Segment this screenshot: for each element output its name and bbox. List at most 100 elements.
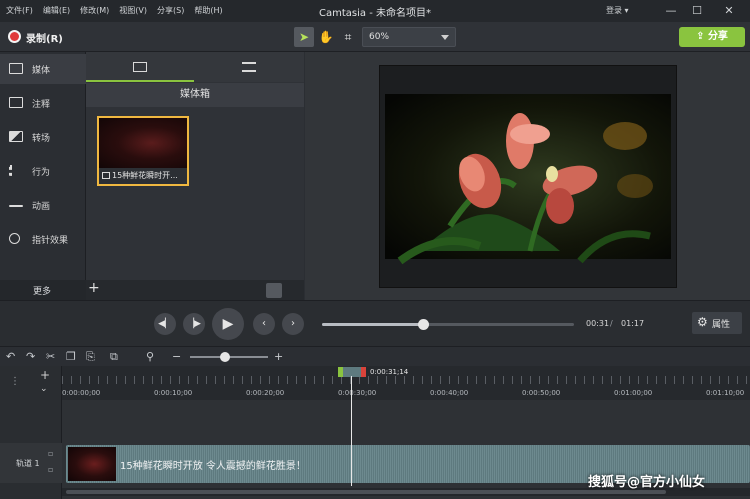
annotation-icon	[9, 97, 23, 108]
cursor-icon	[9, 233, 20, 244]
grid-view-icon[interactable]	[266, 283, 282, 298]
sidebar-item-animations[interactable]: 动画	[0, 190, 86, 220]
in-point-handle[interactable]	[338, 367, 343, 377]
time-separator: /	[610, 319, 613, 328]
visibility-icon[interactable]: ▫	[48, 465, 53, 474]
gear-icon: ⚙	[697, 315, 708, 329]
ruler-label: 0:00:00;00	[62, 389, 101, 397]
ruler-label: 0:00:10;00	[154, 389, 193, 397]
clip-label-row: 15种鲜花瞬时开...	[99, 168, 187, 184]
media-bin-title: 媒体箱	[86, 83, 304, 107]
playhead-time: 0:00:31;14	[370, 368, 409, 376]
sidebar-item-annotations[interactable]: 注释	[0, 88, 86, 118]
maximize-icon[interactable]: ☐	[684, 2, 710, 20]
playhead-line	[351, 376, 352, 486]
ruler-ticks	[62, 376, 750, 384]
sidebar-item-label: 行为	[32, 168, 51, 178]
animation-icon	[9, 205, 23, 207]
timeline-clip-title: 15种鲜花瞬时开放 令人震撼的鲜花胜景！	[120, 461, 306, 472]
split-icon[interactable]: ⧉	[110, 350, 118, 364]
tab-library[interactable]	[195, 52, 303, 82]
playhead-handle[interactable]	[338, 367, 366, 377]
media-panel: 媒体箱 15种鲜花瞬时开... +	[86, 52, 304, 300]
pan-tool-icon[interactable]: ✋	[316, 27, 336, 47]
properties-button[interactable]: ⚙ 属性	[692, 312, 742, 334]
list-icon	[242, 62, 256, 72]
lock-icon[interactable]: ▫	[48, 449, 53, 458]
sidebar-item-label: 转场	[32, 134, 51, 144]
paste-icon[interactable]: ⎘	[86, 350, 95, 364]
list-view-icon[interactable]	[285, 283, 301, 298]
step-forward-icon[interactable]: ▕▶	[183, 313, 205, 335]
share-button[interactable]: ⇪ 分享	[679, 27, 745, 47]
add-track-icon[interactable]: +	[40, 368, 50, 382]
close-icon[interactable]: ✕	[716, 2, 742, 20]
transition-icon	[9, 131, 23, 142]
sidebar-item-transitions[interactable]: 转场	[0, 122, 86, 152]
timeline-zoom-slider[interactable]	[190, 352, 268, 362]
film-icon	[9, 63, 23, 74]
tab-media-bin[interactable]	[86, 52, 194, 82]
video-preview[interactable]	[379, 65, 677, 288]
sidebar-item-label: 注释	[32, 100, 51, 110]
flower-image	[380, 66, 676, 287]
watermark: 搜狐号@官方小仙女	[588, 475, 706, 490]
crop-tool-icon[interactable]: ⌗	[338, 27, 358, 47]
undo-icon[interactable]: ↶	[6, 350, 15, 363]
track-label: 轨道 1	[16, 459, 40, 468]
current-time: 00:31	[586, 319, 610, 328]
clip-thumbnail	[68, 447, 116, 481]
record-icon[interactable]	[8, 30, 21, 43]
zoom-out-icon[interactable]: −	[172, 350, 181, 363]
zoom-dropdown[interactable]: 60%	[362, 27, 456, 47]
timeline-zoom-handle[interactable]	[220, 352, 231, 362]
next-marker-icon[interactable]: ›	[282, 313, 304, 335]
scrollbar-thumb[interactable]	[66, 490, 666, 494]
title-bar: 文件(F) 编辑(E) 修改(M) 视图(V) 分享(S) 帮助(H) Camt…	[0, 0, 750, 22]
sidebar-item-behaviors[interactable]: 行为	[0, 156, 86, 186]
seek-handle[interactable]	[417, 319, 429, 330]
record-button[interactable]: 录制(R)	[26, 30, 63, 45]
main-toolbar: 录制(R) ➤ ✋ ⌗ 60% ⇪ 分享	[0, 22, 750, 52]
share-icon: ⇪	[696, 31, 708, 42]
collapse-icon[interactable]: ⌄	[40, 384, 48, 394]
redo-icon[interactable]: ↷	[26, 350, 35, 363]
ruler-label: 0:01:00;00	[614, 389, 653, 397]
magnet-icon[interactable]: ⋮	[10, 376, 20, 387]
sidebar-item-cursor-effects[interactable]: 指针效果	[0, 224, 86, 254]
seek-progress	[322, 323, 423, 326]
previous-marker-icon[interactable]: ‹	[253, 313, 275, 335]
properties-label: 属性	[712, 320, 731, 330]
sidebar-item-media[interactable]: 媒体	[0, 54, 86, 84]
behavior-icon	[9, 165, 23, 176]
select-tool-icon[interactable]: ➤	[294, 27, 314, 47]
seek-bar[interactable]	[322, 319, 574, 330]
sidebar-item-label: 媒体	[32, 66, 51, 76]
login-button[interactable]: 登录 ▾	[606, 5, 629, 16]
preview-canvas	[305, 52, 750, 300]
copy-icon[interactable]: ❐	[66, 350, 76, 363]
video-icon	[102, 172, 110, 179]
chevron-down-icon	[441, 35, 449, 40]
zoom-in-icon[interactable]: +	[274, 350, 283, 363]
zoom-value: 60%	[369, 32, 390, 42]
media-clip[interactable]: 15种鲜花瞬时开...	[97, 116, 189, 186]
add-media-icon[interactable]: +	[88, 280, 100, 296]
clip-name: 15种鲜花瞬时开...	[112, 171, 178, 180]
minimize-icon[interactable]: —	[658, 2, 684, 20]
cut-icon[interactable]: ✂	[46, 350, 55, 363]
clip-thumbnail	[99, 118, 187, 168]
sidebar-item-label: 指针效果	[32, 236, 69, 246]
zoom-search-icon[interactable]: ⚲	[146, 350, 154, 363]
track-1-header[interactable]: 轨道 1 ▫ ▫	[0, 443, 62, 483]
ruler-label: 0:01:10;00	[706, 389, 745, 397]
more-button[interactable]: 更多	[0, 280, 86, 300]
tools-sidebar: 媒体 注释 转场 行为 动画 指针效果 更多	[0, 52, 86, 300]
out-point-handle[interactable]	[361, 367, 366, 377]
play-icon[interactable]: ▶	[212, 308, 244, 340]
ruler-label: 0:00:30;00	[338, 389, 377, 397]
ruler-label: 0:00:20;00	[246, 389, 285, 397]
step-back-icon[interactable]: ◀▏	[154, 313, 176, 335]
player-controls: ◀▏ ▕▶ ▶ ‹ › 00:31 / 01:17 ⚙ 属性	[0, 300, 750, 346]
film-icon	[133, 62, 147, 72]
